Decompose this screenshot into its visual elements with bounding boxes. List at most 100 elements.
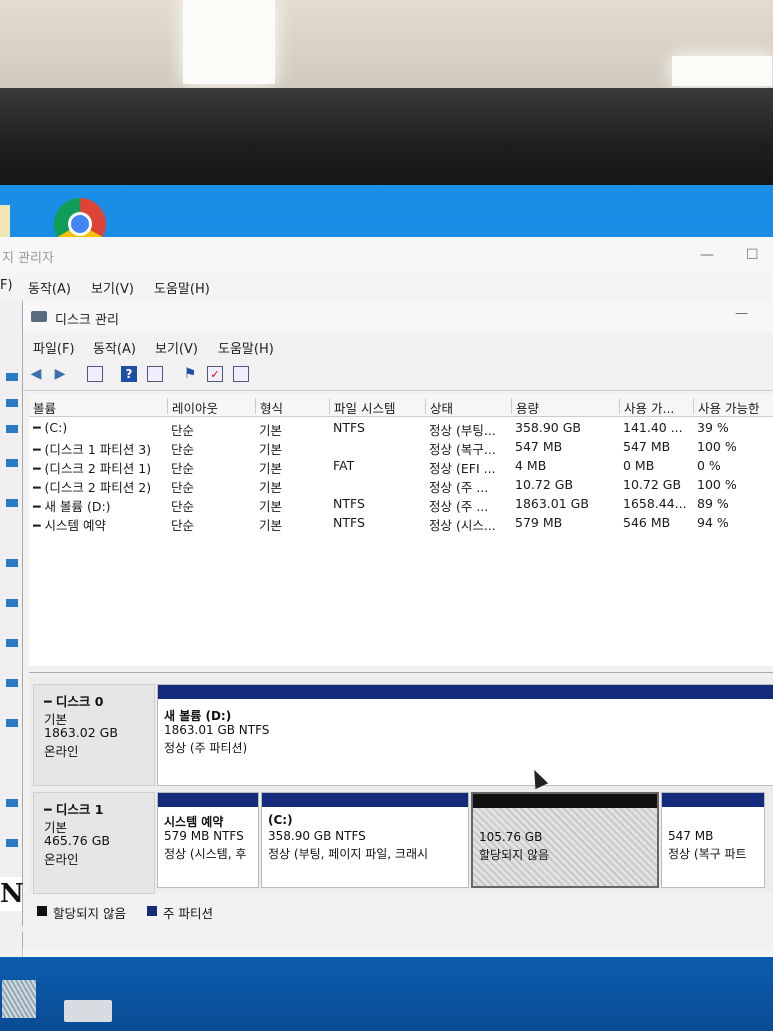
inner-menu-view[interactable]: 보기(V) bbox=[155, 338, 198, 357]
volume-cell: 579 MB bbox=[515, 515, 563, 530]
volume-cell: 94 % bbox=[697, 515, 729, 530]
tree-node-icon[interactable] bbox=[6, 799, 18, 807]
disk-1-name: ━ 디스크 1 bbox=[44, 802, 104, 817]
inner-menu-bar: 파일(F) 동작(A) 보기(V) 도움말(H) bbox=[23, 332, 773, 358]
samsung-app-icon[interactable] bbox=[64, 1000, 112, 1022]
volume-cell: 358.90 GB bbox=[515, 420, 581, 435]
tree-node-icon[interactable] bbox=[6, 839, 18, 847]
volume-cell: 89 % bbox=[697, 496, 729, 511]
network-icon[interactable] bbox=[2, 980, 36, 1018]
volume-cell: 단순 bbox=[171, 518, 195, 533]
ceiling-light bbox=[672, 56, 772, 86]
monitor-bezel bbox=[0, 88, 773, 188]
column-percent-free[interactable]: 사용 가능한 bbox=[693, 398, 773, 414]
inner-menu-help[interactable]: 도움말(H) bbox=[218, 338, 274, 357]
maximize-button[interactable]: ☐ bbox=[746, 247, 759, 263]
volume-name: (디스크 2 파티션 2) bbox=[44, 480, 152, 495]
tree-node-icon[interactable] bbox=[6, 719, 18, 727]
back-arrow-icon[interactable]: ◀ bbox=[27, 366, 45, 382]
list-icon[interactable] bbox=[233, 366, 249, 382]
help-icon[interactable]: ? bbox=[121, 366, 137, 382]
volume-cell: ━ 시스템 예약 bbox=[33, 515, 163, 534]
tree-node-icon[interactable] bbox=[6, 499, 18, 507]
inner-menu-action[interactable]: 동작(A) bbox=[93, 338, 136, 357]
volume-list-header: 볼륨 레이아웃 형식 파일 시스템 상태 용량 사용 가... 사용 가능한 bbox=[29, 394, 773, 417]
desktop-file-icon[interactable] bbox=[0, 205, 10, 239]
tree-node-icon[interactable] bbox=[6, 459, 18, 467]
partition-size: 1863.01 GB NTFS bbox=[164, 723, 270, 737]
inner-menu-file[interactable]: 파일(F) bbox=[33, 338, 75, 357]
legend: 할당되지 않음 주 파티션 bbox=[29, 898, 773, 926]
partition-system-reserved[interactable]: 시스템 예약 579 MB NTFS 정상 (시스템, 후 bbox=[157, 792, 259, 888]
partition-status: 할당되지 않음 bbox=[479, 848, 550, 862]
disk-0-status: 온라인 bbox=[44, 744, 79, 759]
disk-0-label[interactable]: ━ 디스크 0 기본 1863.02 GB 온라인 bbox=[33, 684, 155, 786]
menu-file[interactable]: F) bbox=[0, 278, 13, 293]
tree-node-icon[interactable] bbox=[6, 425, 18, 433]
column-volume[interactable]: 볼륨 bbox=[29, 398, 165, 414]
primary-partition-bar bbox=[158, 685, 773, 699]
partition-new-volume-d[interactable]: 새 볼륨 (D:) 1863.01 GB NTFS 정상 (주 파티션) bbox=[157, 684, 773, 786]
volume-cell: 1863.01 GB bbox=[515, 496, 589, 511]
menu-help[interactable]: 도움말(H) bbox=[154, 278, 210, 297]
inner-minimize-button[interactable]: — bbox=[735, 306, 748, 321]
partition-unallocated[interactable]: 105.76 GB 할당되지 않음 bbox=[471, 792, 659, 888]
check-icon[interactable]: ✓ bbox=[207, 366, 223, 382]
tree-node-icon[interactable] bbox=[6, 679, 18, 687]
taskbar bbox=[0, 958, 773, 1031]
volume-name: (디스크 1 파티션 3) bbox=[44, 442, 152, 457]
tree-node-icon[interactable] bbox=[6, 399, 18, 407]
volume-icon: ━ bbox=[33, 461, 45, 476]
volume-cell: 39 % bbox=[697, 420, 729, 435]
ceiling-background bbox=[0, 0, 773, 92]
n-app-icon[interactable]: N bbox=[0, 877, 24, 911]
volume-row[interactable]: ━ (디스크 2 파티션 1) 단순 기본 FAT 정상 (EFI ... 4 MB 0 M… bbox=[29, 456, 773, 476]
column-status[interactable]: 상태 bbox=[425, 398, 512, 414]
disk-0-size: 1863.02 GB bbox=[44, 725, 118, 740]
forward-arrow-icon[interactable]: ▶ bbox=[51, 366, 69, 382]
volume-cell: 4 MB bbox=[515, 458, 547, 473]
volume-cell: 기본 bbox=[259, 518, 283, 533]
column-capacity[interactable]: 용량 bbox=[511, 398, 620, 414]
volume-row[interactable]: ━ 시스템 예약 단순 기본 NTFS 정상 (시스... 579 MB 546 MB 94 … bbox=[29, 513, 773, 534]
column-file-system[interactable]: 파일 시스템 bbox=[329, 398, 426, 414]
partition-title: (C:) bbox=[268, 813, 293, 827]
partition-size: 579 MB NTFS bbox=[164, 829, 244, 843]
column-layout[interactable]: 레이아웃 bbox=[167, 398, 256, 414]
volume-icon: ━ bbox=[33, 480, 45, 495]
disk-management-window: 디스크 관리 — 파일(F) 동작(A) 보기(V) 도움말(H) ◀ ▶ ? … bbox=[22, 302, 773, 948]
volume-row[interactable]: ━ (디스크 1 파티션 3) 단순 기본 정상 (복구... 547 MB 547 MB… bbox=[29, 437, 773, 457]
volume-row[interactable]: ━ 새 볼륨 (D:) 단순 기본 NTFS 정상 (주 ... 1863.01 GB 16… bbox=[29, 494, 773, 514]
tree-node-icon[interactable] bbox=[6, 373, 18, 381]
menu-view[interactable]: 보기(V) bbox=[91, 278, 134, 297]
primary-partition-bar bbox=[262, 793, 468, 807]
column-free-space[interactable]: 사용 가... bbox=[619, 398, 694, 414]
volume-row[interactable]: ━ (디스크 2 파티션 2) 단순 기본 정상 (주 ... 10.72 GB 10.7… bbox=[29, 475, 773, 495]
column-type[interactable]: 형식 bbox=[255, 398, 330, 414]
flag-icon[interactable]: ⚑ bbox=[181, 366, 199, 382]
partition-status: 정상 (시스템, 후 bbox=[164, 847, 247, 861]
volume-row[interactable]: ━ (C:) 단순 기본 NTFS 정상 (부팅... 358.90 GB 141.40 .… bbox=[29, 418, 773, 438]
volume-cell: 0 % bbox=[697, 458, 721, 473]
volume-cell: 정상 (시스... bbox=[429, 518, 496, 533]
outer-title-bar: 지 관리자 — ☐ bbox=[0, 237, 773, 273]
partition-c[interactable]: (C:) 358.90 GB NTFS 정상 (부팅, 페이지 파일, 크래시 bbox=[261, 792, 469, 888]
pane-divider[interactable] bbox=[29, 672, 773, 673]
volume-cell: 10.72 GB bbox=[515, 477, 574, 492]
tree-node-icon[interactable] bbox=[6, 599, 18, 607]
minimize-button[interactable]: — bbox=[700, 247, 714, 263]
panel-icon[interactable] bbox=[147, 366, 163, 382]
disk-1-label[interactable]: ━ 디스크 1 기본 465.76 GB 온라인 bbox=[33, 792, 155, 894]
partition-recovery[interactable]: 547 MB 정상 (복구 파트 bbox=[661, 792, 765, 888]
menu-action[interactable]: 동작(A) bbox=[28, 278, 71, 297]
volume-cell: FAT bbox=[333, 458, 355, 473]
tree-node-icon[interactable] bbox=[6, 559, 18, 567]
partition-size: 547 MB bbox=[668, 829, 714, 843]
disk-1-status: 온라인 bbox=[44, 852, 79, 867]
properties-icon[interactable] bbox=[87, 366, 103, 382]
tree-node-icon[interactable] bbox=[6, 639, 18, 647]
navigation-tree[interactable] bbox=[0, 299, 23, 957]
disk-graphical-view: ━ 디스크 0 기본 1863.02 GB 온라인 새 볼륨 (D:) 1863… bbox=[29, 678, 773, 894]
partition-status: 정상 (복구 파트 bbox=[668, 847, 747, 861]
outer-menu-bar: F) 동작(A) 보기(V) 도움말(H) bbox=[0, 273, 773, 299]
